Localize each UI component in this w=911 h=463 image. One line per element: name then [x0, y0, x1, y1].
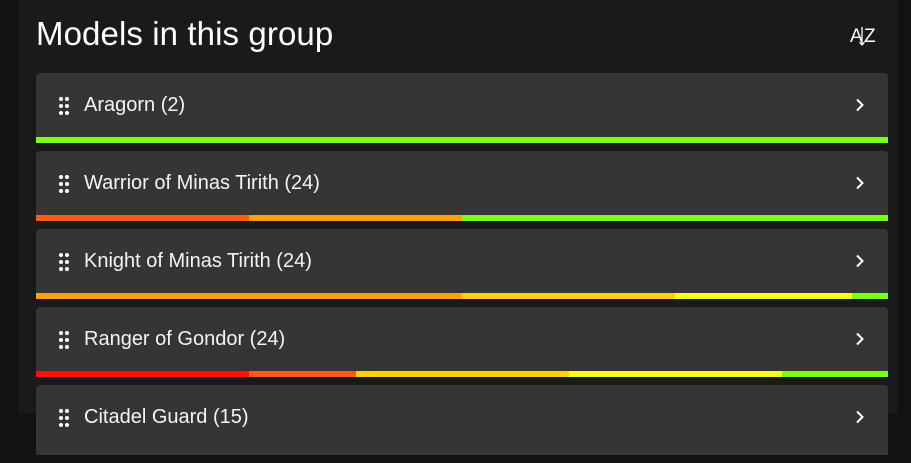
drag-handle-icon[interactable] [58, 408, 70, 428]
chevron-right-icon [856, 98, 864, 112]
progress-segment [852, 293, 888, 299]
progress-segment [36, 137, 888, 143]
models-panel: Models in this group A Z Aragorn (2) War… [18, 0, 898, 455]
progress-bar [36, 293, 888, 299]
progress-segment [781, 371, 888, 377]
progress-segment [249, 215, 462, 221]
drag-handle-icon[interactable] [58, 174, 70, 194]
progress-segment [462, 293, 675, 299]
chevron-right-icon [856, 176, 864, 190]
progress-segment [355, 371, 569, 377]
model-row[interactable]: Citadel Guard (15) [36, 385, 888, 455]
panel-header: Models in this group A Z [18, 0, 898, 73]
model-list: Aragorn (2) Warrior of Minas Tirith (24) [36, 73, 888, 463]
model-label: Aragorn (2) [84, 94, 186, 116]
model-row[interactable]: Warrior of Minas Tirith (24) [36, 151, 888, 221]
progress-segment [36, 293, 462, 299]
sort-alpha-icon: A Z [850, 26, 876, 47]
progress-segment [568, 371, 782, 377]
progress-bar [36, 449, 888, 455]
model-label: Knight of Minas Tirith (24) [84, 250, 312, 272]
progress-segment [462, 215, 888, 221]
model-label: Citadel Guard (15) [84, 406, 249, 428]
chevron-right-icon [856, 332, 864, 346]
progress-segment [36, 371, 249, 377]
progress-bar [36, 137, 888, 143]
page-title: Models in this group [36, 15, 334, 52]
drag-handle-icon[interactable] [58, 330, 70, 350]
chevron-right-icon [856, 254, 864, 268]
progress-segment [36, 215, 249, 221]
progress-bar [36, 215, 888, 221]
progress-segment [675, 293, 853, 299]
model-row[interactable]: Ranger of Gondor (24) [36, 307, 888, 377]
progress-segment [249, 371, 356, 377]
svg-text:Z: Z [864, 26, 876, 47]
chevron-right-icon [856, 410, 864, 424]
model-label: Ranger of Gondor (24) [84, 328, 286, 350]
progress-bar [36, 371, 888, 377]
model-label: Warrior of Minas Tirith (24) [84, 172, 320, 194]
model-row[interactable]: Knight of Minas Tirith (24) [36, 229, 888, 299]
sort-alpha-button[interactable]: A Z [846, 19, 882, 51]
model-row[interactable]: Aragorn (2) [36, 73, 888, 143]
drag-handle-icon[interactable] [58, 252, 70, 272]
drag-handle-icon[interactable] [58, 96, 70, 116]
